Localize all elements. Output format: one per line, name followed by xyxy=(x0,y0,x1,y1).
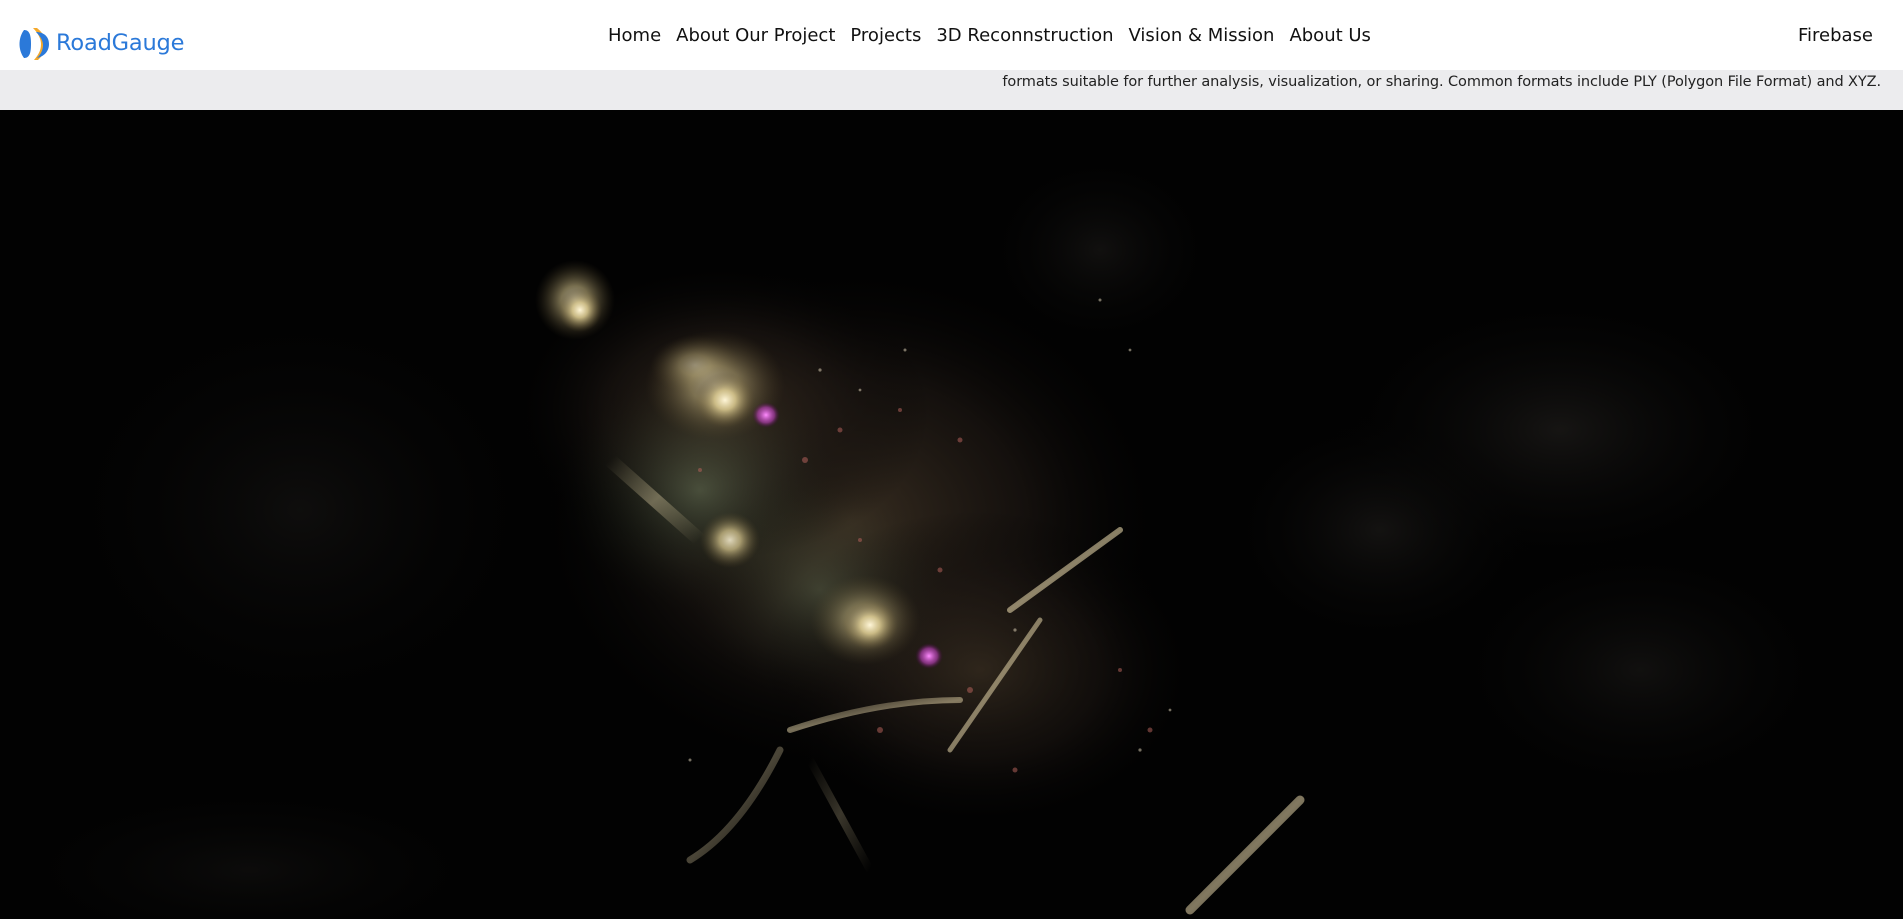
nav-link-vision-mission[interactable]: Vision & Mission xyxy=(1129,25,1275,46)
info-text-strip: formats suitable for further analysis, v… xyxy=(0,70,1903,110)
nav-link-3d-reconstruction[interactable]: 3D Reconnstruction xyxy=(936,25,1113,46)
point-cloud-visual xyxy=(0,110,1903,919)
nav-link-projects[interactable]: Projects xyxy=(850,25,921,46)
main-nav: Home About Our Project Projects 3D Recon… xyxy=(608,20,1386,50)
info-paragraph: formats suitable for further analysis, v… xyxy=(1002,74,1881,90)
brand-logo-link[interactable]: RoadGauge xyxy=(16,24,184,62)
top-navbar: RoadGauge Home About Our Project Project… xyxy=(0,0,1903,70)
nav-link-about-project[interactable]: About Our Project xyxy=(676,25,835,46)
roadgauge-logo-icon xyxy=(19,28,49,60)
nav-link-about-us[interactable]: About Us xyxy=(1289,25,1371,46)
nav-link-home[interactable]: Home xyxy=(608,25,661,46)
point-cloud-video[interactable] xyxy=(0,110,1903,919)
nav-link-firebase[interactable]: Firebase xyxy=(1798,20,1873,50)
brand-name: RoadGauge xyxy=(56,30,185,56)
